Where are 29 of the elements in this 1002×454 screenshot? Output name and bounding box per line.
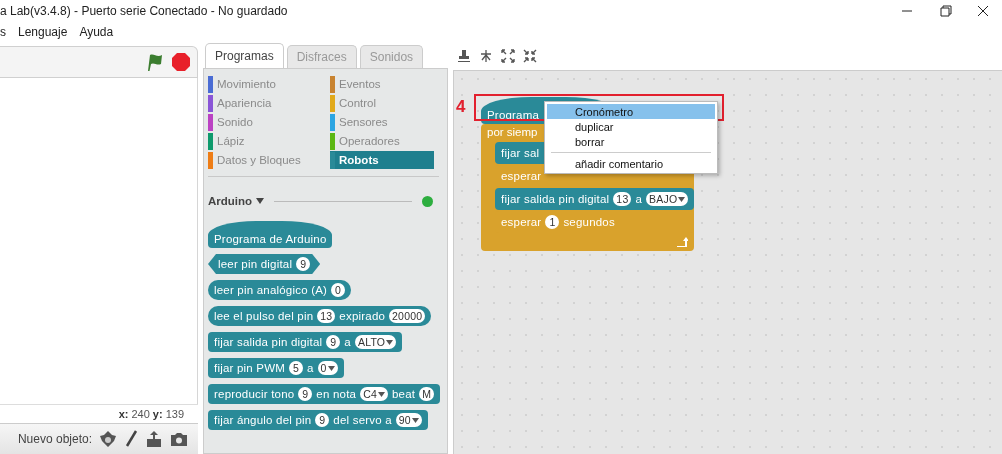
block-text: fijar salida pin digital [501,193,610,205]
block-text: expirado [339,310,386,322]
block-text: leer pin analógico (A) [214,284,328,296]
new-sprite-label: Nuevo objeto: [17,432,92,446]
block-text: Programa [487,109,540,121]
block-text: del servo a [333,414,392,426]
coord-value: 139 [165,408,184,420]
block-text: reproducir tono [214,388,295,400]
coord-label: x: [118,408,129,420]
block-text: fijar sal [501,147,540,159]
window-title: a Lab(v3.4.8) - Puerto serie Conectado - No guardado [0,4,288,18]
block-text: esperar [501,170,542,182]
block-text: a [307,362,314,374]
block-text: lee el pulso del pin [214,310,314,322]
block-text: Programa de Arduino [214,233,327,245]
block-text: leer pin digital [218,258,293,270]
block-text: a [344,336,351,348]
loop-label: por siemp [487,126,538,138]
block-text: a [635,193,643,205]
block-text: fijar ángulo del pin [214,414,312,426]
block-text: fijar salida pin digital [214,336,323,348]
block-text: fijar pin PWM [214,362,285,374]
block-text: en nota [316,388,357,400]
block-text: segundos [563,216,615,228]
block-text: esperar [501,216,542,228]
coord-value: 240 [131,408,150,420]
block-text: beat [391,388,416,400]
step-number: 4 [456,97,466,117]
coord-label: y: [152,408,163,420]
